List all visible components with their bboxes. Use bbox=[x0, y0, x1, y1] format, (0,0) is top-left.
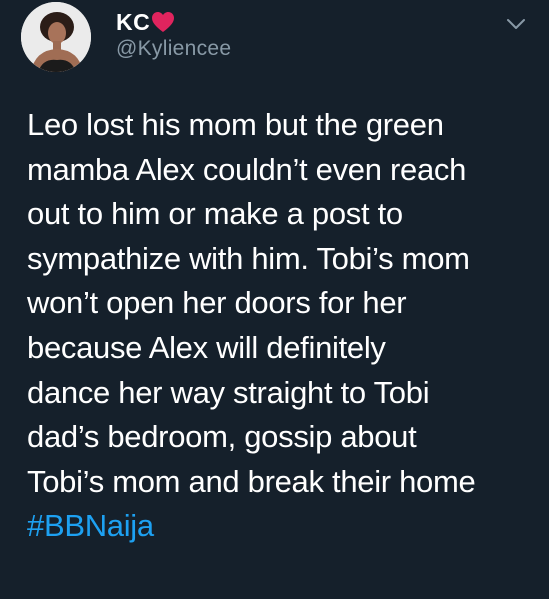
chevron-down-icon[interactable] bbox=[502, 14, 530, 34]
tweet-text-line: won’t open her doors for her bbox=[27, 285, 407, 321]
tweet-text-line: Leo lost his mom but the green bbox=[27, 107, 444, 142]
tweet-text-line: dance her way straight to Tobi bbox=[27, 374, 430, 410]
avatar[interactable] bbox=[21, 2, 91, 72]
tweet-text-line: sympathize with him. Tobi’s mom bbox=[27, 240, 470, 276]
user-handle[interactable]: @Kyliencee bbox=[116, 36, 231, 62]
heart-icon bbox=[151, 11, 175, 39]
display-name[interactable]: KC bbox=[116, 8, 175, 39]
avatar-photo bbox=[21, 2, 91, 72]
tweet-text-line: mamba Alex couldn’t even reach bbox=[27, 151, 467, 187]
tweet-text-line: out to him or make a post to bbox=[27, 196, 403, 232]
tweet-text-line: Tobi’s mom and break their home bbox=[27, 463, 476, 499]
hashtag-link[interactable]: #BBNaija bbox=[27, 504, 542, 549]
tweet-text-line: because Alex will definitely bbox=[27, 329, 386, 365]
tweet-text-line: dad’s bedroom, gossip about bbox=[27, 419, 417, 455]
tweet-text: Leo lost his mom but the green mamba Ale… bbox=[27, 103, 542, 549]
tweet-card: KC @Kyliencee Leo lost his mom but the g… bbox=[0, 0, 549, 599]
display-name-text: KC bbox=[116, 9, 151, 35]
